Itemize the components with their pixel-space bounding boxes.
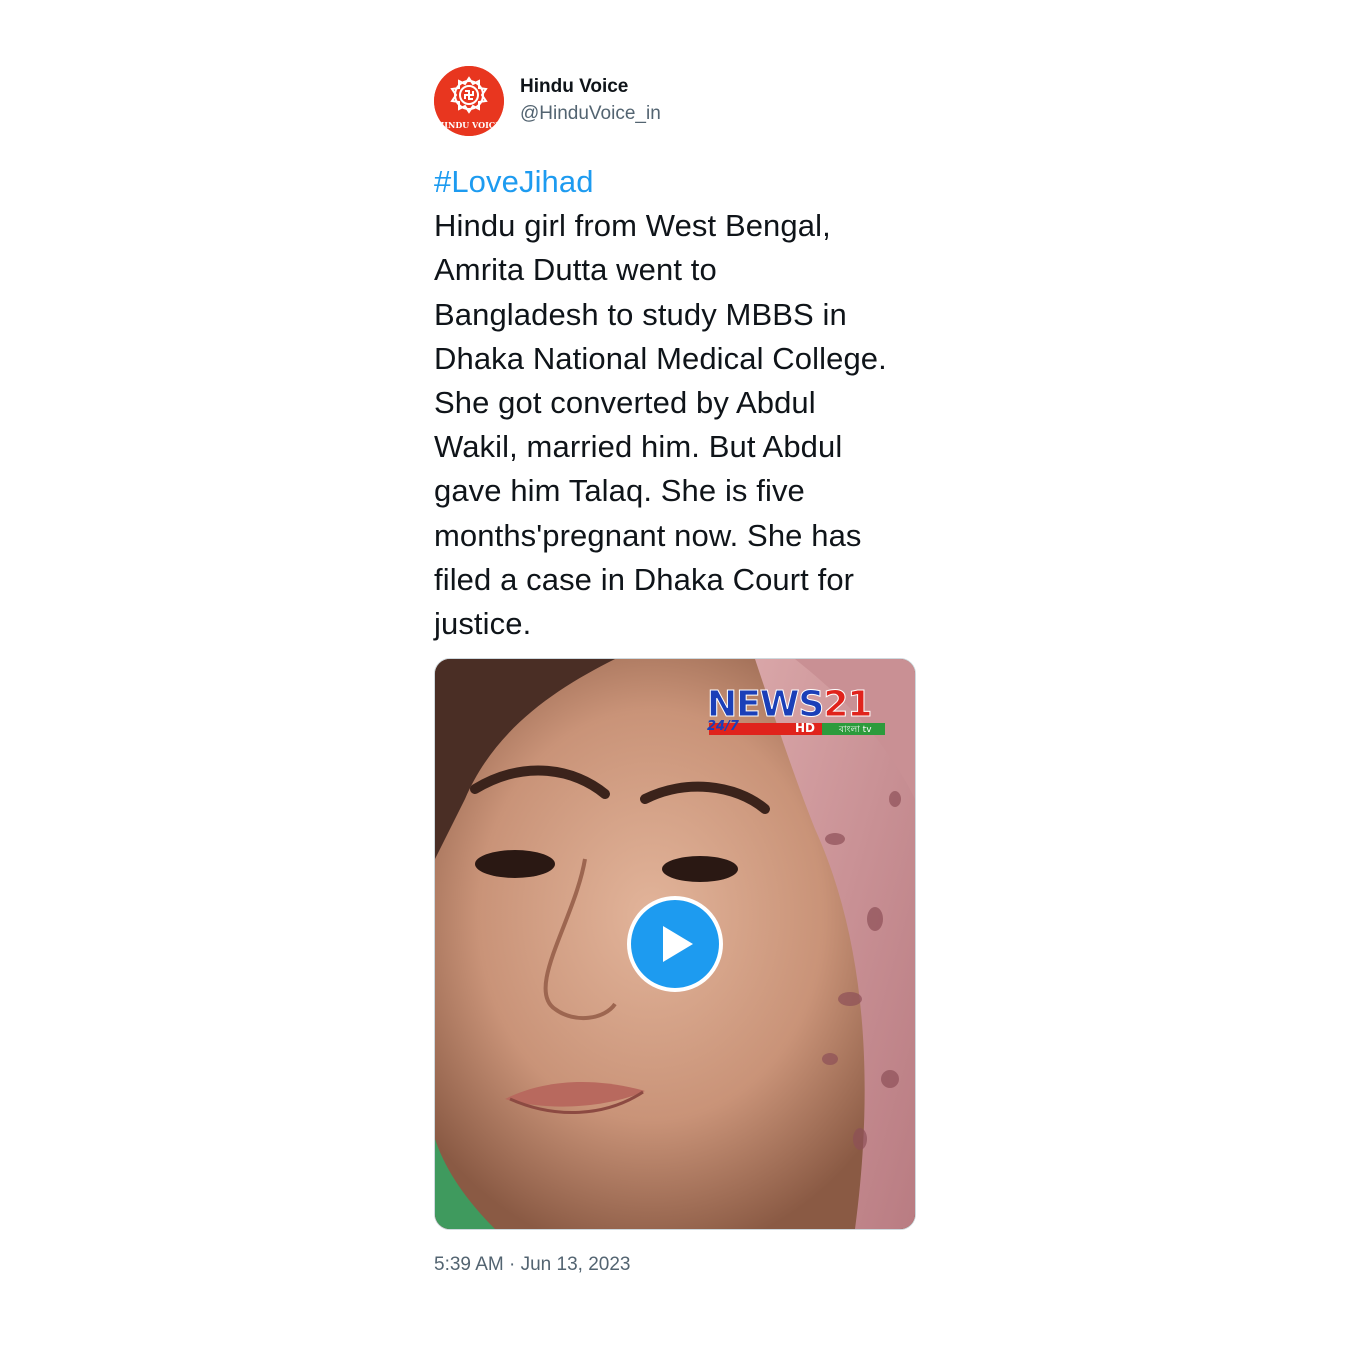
channel-hd-label: HD [795, 721, 816, 735]
user-handle[interactable]: @HinduVoice_in [520, 100, 661, 128]
tweet-text: #LoveJihad Hindu girl from West Bengal, … [434, 160, 916, 646]
tweet-text-line: Bangladesh to study MBBS in [434, 296, 847, 332]
tweet-text-line: Hindu girl from West Bengal, [434, 208, 831, 244]
avatar[interactable]: HINDU VOICE [434, 66, 504, 136]
tweet-text-line: justice. [434, 606, 532, 642]
tweet-card: HINDU VOICE Hindu Voice @HinduVoice_in #… [434, 66, 916, 1275]
tweet-header: HINDU VOICE Hindu Voice @HinduVoice_in [434, 66, 916, 136]
hashtag-link[interactable]: #LoveJihad [434, 160, 916, 204]
tweet-text-line: She got converted by Abdul [434, 385, 816, 421]
tweet-text-line: Amrita Dutta went to [434, 252, 717, 288]
tweet-timestamp[interactable]: 5:39 AM · Jun 13, 2023 [434, 1250, 630, 1280]
play-icon [663, 926, 693, 962]
tweet-text-line: gave him Talaq. She is five [434, 473, 805, 509]
tweet-text-line: Dhaka National Medical College. [434, 340, 887, 376]
play-button[interactable] [627, 896, 723, 992]
channel-logo: NEWS21 24/7 HD বাংলা tv [706, 684, 889, 741]
author-names: Hindu Voice @HinduVoice_in [520, 74, 661, 128]
channel-tv-label: বাংলা tv [839, 725, 872, 735]
channel-name-part2: 21 [823, 684, 873, 725]
channel-sub-label: 24/7 [707, 719, 739, 734]
display-name[interactable]: Hindu Voice [520, 74, 661, 100]
hindu-voice-logo-icon: HINDU VOICE [434, 66, 504, 136]
avatar-text: HINDU VOICE [437, 120, 502, 130]
tweet-text-line: filed a case in Dhaka Court for [434, 561, 855, 597]
tweet-text-line: months'pregnant now. She has [434, 517, 862, 553]
tweet-text-line: Wakil, married him. But Abdul [434, 429, 843, 465]
video-thumbnail[interactable]: NEWS21 24/7 HD বাংলা tv [434, 658, 916, 1230]
